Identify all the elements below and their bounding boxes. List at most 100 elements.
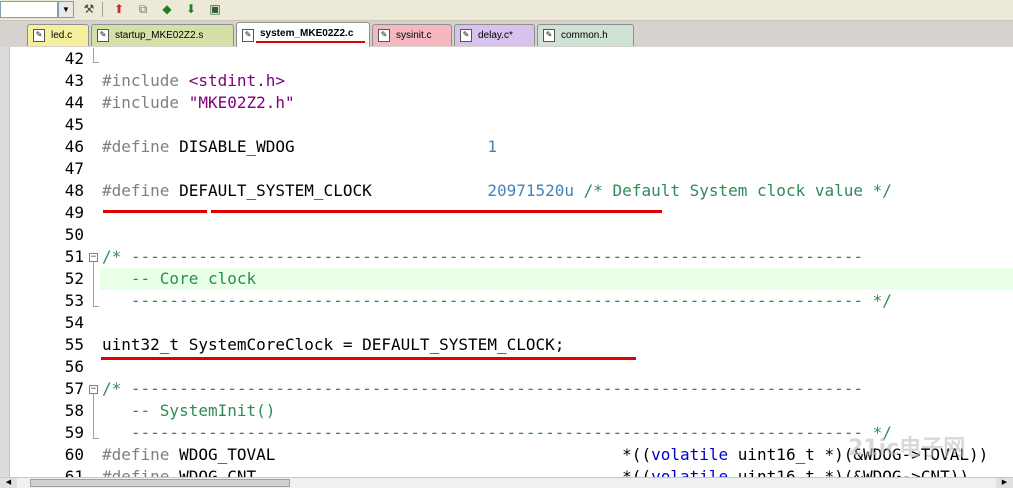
code-line[interactable]: 55 uint32_t SystemCoreClock = DEFAULT_SYS… — [0, 334, 1013, 356]
code-line[interactable]: 47 — [0, 158, 1013, 180]
code-token: #include — [102, 93, 189, 112]
code-line[interactable]: 44 #include "MKE02Z2.h" — [0, 92, 1013, 114]
magic-wand-icon[interactable]: ⚒ — [80, 1, 98, 18]
line-number: 57 — [64, 379, 84, 398]
code-line[interactable]: 61 #define WDOG_CNT *((volatile uint16_t … — [0, 466, 1013, 477]
code-line[interactable]: 53 -------------------------------------… — [0, 290, 1013, 312]
code-token: #define — [102, 137, 180, 156]
target-select[interactable] — [0, 1, 58, 18]
fold-guide-end — [93, 306, 99, 307]
line-number: 44 — [64, 93, 84, 112]
code-text: ----------------------------------------… — [102, 422, 892, 444]
code-token: DISABLE_WDOG — [179, 137, 488, 156]
line-number: 52 — [64, 269, 84, 288]
line-number: 51 — [64, 247, 84, 266]
code-token: uint32_t SystemCoreClock = DEFAULT_SYSTE… — [102, 335, 565, 354]
code-token: /* -------------------------------------… — [102, 247, 863, 266]
code-text: /* -------------------------------------… — [102, 378, 863, 400]
line-number: 60 — [64, 445, 84, 464]
annotation-underline-systemcoreclock — [101, 357, 636, 360]
file-tab-strip: ✎ led.c ✎ startup_MKE02Z2.s ✎ system_MKE02Z… — [0, 21, 1013, 48]
code-token: #include — [102, 71, 189, 90]
h-file-icon: ✎ — [543, 29, 555, 42]
horizontal-scrollbar[interactable]: ◀ ▶ — [0, 477, 1013, 488]
batch-build-icon[interactable]: ▣ — [206, 1, 224, 18]
fold-toggle-icon[interactable]: − — [89, 253, 98, 262]
code-text: -- Core clock — [102, 268, 256, 290]
line-number: 61 — [64, 467, 84, 477]
line-number: 54 — [64, 313, 84, 332]
code-line[interactable]: 52 -- Core clock — [65, 268, 1013, 290]
active-tab-underline — [256, 41, 365, 43]
line-number: 48 — [64, 181, 84, 200]
code-token: ----------------------------------------… — [102, 291, 892, 310]
code-text: /* -------------------------------------… — [102, 246, 863, 268]
annotation-underline-default-clock — [211, 210, 662, 213]
fold-guide — [93, 262, 94, 306]
scrollbar-thumb[interactable] — [30, 479, 290, 487]
code-text: -- SystemInit() — [102, 400, 276, 422]
toolbar-separator — [102, 2, 103, 17]
fold-guide — [93, 394, 94, 438]
build-icon[interactable]: ◆ — [158, 1, 176, 18]
code-token: volatile — [651, 467, 729, 477]
code-line[interactable]: 42 — [0, 48, 1013, 70]
tab-led-c[interactable]: ✎ led.c — [27, 24, 89, 46]
code-token: /* -------------------------------------… — [102, 379, 863, 398]
code-line[interactable]: 43 #include <stdint.h> — [0, 70, 1013, 92]
code-line[interactable]: 51 /* -----------------------------------… — [0, 246, 1013, 268]
code-token: -- SystemInit() — [102, 401, 276, 420]
chevron-down-icon[interactable]: ▼ — [58, 1, 74, 18]
code-token: #define — [102, 467, 180, 477]
code-line[interactable]: 48 #define DEFAULT_SYSTEM_CLOCK 20971520u… — [0, 180, 1013, 202]
code-line[interactable]: 45 — [0, 114, 1013, 136]
fold-guide-end — [93, 62, 99, 63]
line-number: 59 — [64, 423, 84, 442]
code-token: #define — [102, 445, 180, 464]
tab-common-h[interactable]: ✎ common.h — [537, 24, 634, 46]
line-number: 50 — [64, 225, 84, 244]
code-line[interactable]: 50 — [0, 224, 1013, 246]
code-editor[interactable]: 42 43 #include <stdint.h> 44 #include "MKE02… — [0, 47, 1013, 477]
line-number: 58 — [64, 401, 84, 420]
tab-delay-c[interactable]: ✎ delay.c* — [454, 24, 535, 46]
code-line[interactable]: 54 — [0, 312, 1013, 334]
code-text: #define DISABLE_WDOG 1 — [102, 136, 497, 158]
tab-system-mke02z2-c[interactable]: ✎ system_MKE02Z2.c — [236, 22, 370, 47]
toolbar: ▼ ⚒ ⬆ ⧉ ◆ ⬇ ▣ — [0, 0, 1013, 21]
c-file-icon: ✎ — [378, 29, 390, 42]
asm-file-icon: ✎ — [97, 29, 109, 42]
line-number: 49 — [64, 203, 84, 222]
line-number: 56 — [64, 357, 84, 376]
code-line[interactable]: 49 — [0, 202, 1013, 224]
code-token: #define — [102, 181, 180, 200]
c-file-icon: ✎ — [33, 29, 45, 42]
rebuild-icon[interactable]: ⬇ — [182, 1, 200, 18]
code-token: "MKE02Z2.h" — [188, 93, 295, 112]
tab-startup-mke02z2-s[interactable]: ✎ startup_MKE02Z2.s — [91, 24, 234, 46]
code-text: uint32_t SystemCoreClock = DEFAULT_SYSTE… — [102, 334, 564, 356]
fold-guide — [93, 48, 94, 62]
download-icon[interactable]: ⬆ — [110, 1, 128, 18]
code-line[interactable]: 58 -- SystemInit() — [0, 400, 1013, 422]
line-number: 55 — [64, 335, 84, 354]
code-token: DEFAULT_SYSTEM_CLOCK — [179, 181, 488, 200]
code-text: #define DEFAULT_SYSTEM_CLOCK 20971520u /… — [102, 180, 892, 202]
line-number: 46 — [64, 137, 84, 156]
translate-icon[interactable]: ⧉ — [134, 1, 152, 18]
code-text: ----------------------------------------… — [102, 290, 892, 312]
code-line[interactable]: 46 #define DISABLE_WDOG 1 — [0, 136, 1013, 158]
line-number: 42 — [64, 49, 84, 68]
code-line[interactable]: 57 /* -----------------------------------… — [0, 378, 1013, 400]
code-text: #include <stdint.h> — [102, 70, 285, 92]
watermark-logo: 21ic电子网 — [848, 436, 966, 461]
code-text: #define WDOG_CNT *((volatile uint16_t *)… — [102, 466, 969, 477]
line-number: 47 — [64, 159, 84, 178]
code-token: 20971520u — [487, 181, 575, 200]
fold-toggle-icon[interactable]: − — [89, 385, 98, 394]
tab-sysinit-c[interactable]: ✎ sysinit.c — [372, 24, 452, 46]
c-file-icon: ✎ — [460, 29, 472, 42]
code-token: uint16_t *)(&WDOG->CNT)) — [728, 467, 969, 477]
line-number: 43 — [64, 71, 84, 90]
line-number: 45 — [64, 115, 84, 134]
